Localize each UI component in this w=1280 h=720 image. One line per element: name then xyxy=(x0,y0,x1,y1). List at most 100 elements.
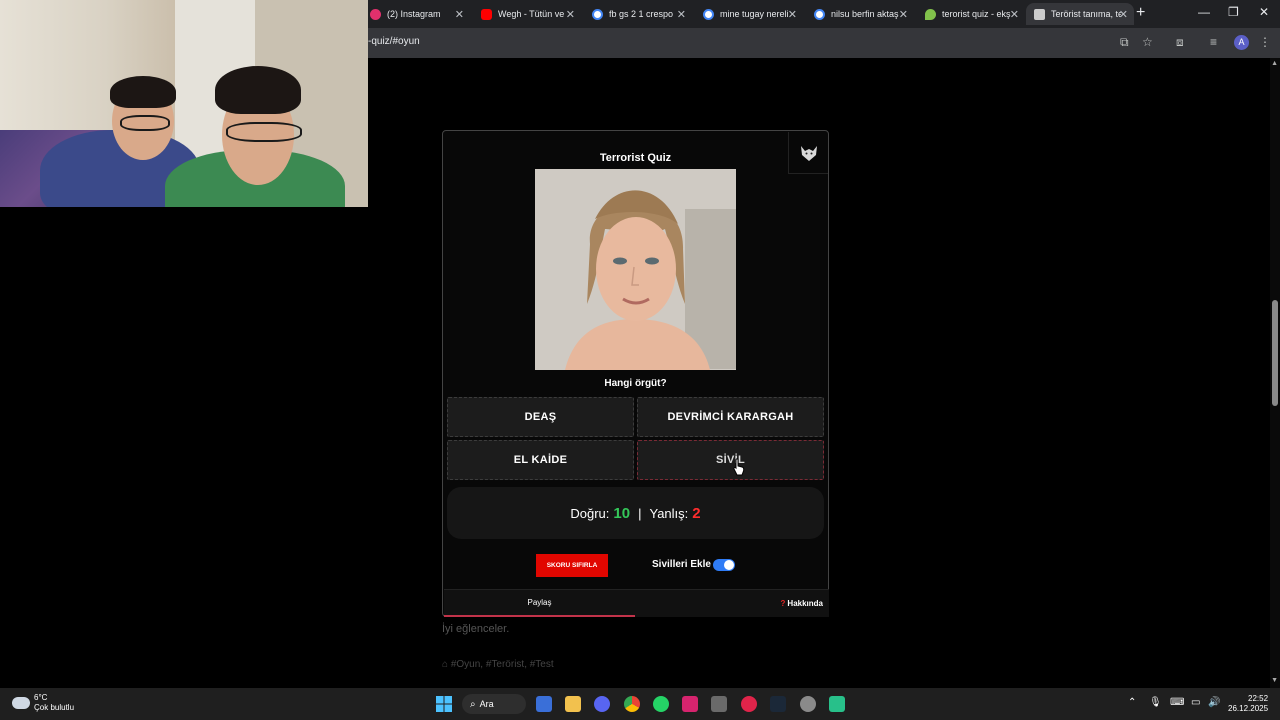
close-icon[interactable]: ✕ xyxy=(566,8,575,21)
question-icon: ? xyxy=(780,599,786,608)
weather-temp: 6°C xyxy=(34,693,48,702)
app-icon-screenshot[interactable] xyxy=(711,696,727,712)
google-icon xyxy=(592,8,603,20)
windows-start-icon[interactable] xyxy=(436,696,452,712)
reset-score-button[interactable]: SKORU SIFIRLA xyxy=(536,554,608,577)
settings-gear-icon[interactable] xyxy=(800,696,816,712)
webcam-person-right-hair xyxy=(215,66,301,114)
weather-widget[interactable]: 6°C Çok bulutlu xyxy=(12,693,74,713)
quiz-card: Terrorist Quiz Hangi örgüt? DEAŞ DEVRİMC… xyxy=(442,130,829,617)
scroll-up-arrow-icon[interactable]: ▲ xyxy=(1271,60,1278,67)
share-tab[interactable]: Paylaş xyxy=(444,590,635,617)
toggle-knob xyxy=(724,560,734,570)
taskbar-search[interactable]: ⌕ Ara xyxy=(462,694,526,714)
extensions-icon[interactable]: ⧈ xyxy=(1176,35,1184,50)
tab-label: Wegh - Tütün ve xyxy=(498,9,565,19)
steam-icon[interactable] xyxy=(770,696,786,712)
add-civilians-label: Sivilleri Ekle xyxy=(652,559,711,570)
webcam-overlay xyxy=(0,0,368,207)
tab-label: (2) Instagram xyxy=(387,9,441,19)
tab-label: fb gs 2 1 crespo xyxy=(609,9,674,19)
score-separator: | xyxy=(638,505,642,521)
score-panel: Doğru: 10 | Yanlış: 2 xyxy=(447,487,824,539)
close-icon[interactable]: ✕ xyxy=(455,8,464,21)
scroll-down-arrow-icon[interactable]: ▼ xyxy=(1271,677,1278,684)
screen: (2) Instagram ✕ Wegh - Tütün ve ✕ fb gs … xyxy=(0,0,1280,720)
tab-youtube[interactable]: Wegh - Tütün ve ✕ xyxy=(473,3,581,25)
tab-label: terorist quiz - ekş xyxy=(942,9,1011,19)
hand-cursor-icon xyxy=(733,458,745,476)
correct-label: Doğru: xyxy=(570,505,610,521)
scrollbar-thumb[interactable] xyxy=(1272,300,1278,406)
youtube-icon xyxy=(481,8,492,20)
search-label: Ara xyxy=(479,699,494,709)
app-icon-green[interactable] xyxy=(829,696,845,712)
tags-text[interactable]: #Oyun, #Terörist, #Test xyxy=(451,659,554,670)
close-icon[interactable]: ✕ xyxy=(788,8,797,21)
weather-desc: Çok bulutlu xyxy=(34,703,75,712)
minimize-icon[interactable]: — xyxy=(1198,5,1210,19)
whatsapp-icon[interactable] xyxy=(653,696,669,712)
tab-eksi[interactable]: terorist quiz - ekş ✕ xyxy=(917,3,1025,25)
new-tab-button[interactable]: + xyxy=(1136,4,1145,22)
tray-chevron-up-icon[interactable]: ⌃ xyxy=(1128,697,1136,708)
wikipedia-icon xyxy=(1034,8,1045,20)
search-icon: ⌕ xyxy=(470,698,476,710)
media-control-icon[interactable]: ≡ xyxy=(1210,35,1217,49)
microphone-icon[interactable]: 🎙 xyxy=(1149,697,1162,708)
close-window-icon[interactable]: ✕ xyxy=(1259,5,1269,19)
restore-icon[interactable]: ❐ xyxy=(1228,5,1239,19)
option-button-devrimci-karargah[interactable]: DEVRİMCİ KARARGAH xyxy=(637,397,824,437)
google-icon xyxy=(703,8,714,20)
webcam-person-left-hair xyxy=(110,76,176,108)
network-icon[interactable]: ▭ xyxy=(1191,697,1200,708)
tab-google-search-1[interactable]: fb gs 2 1 crespo ✕ xyxy=(584,3,692,25)
page-footer-text: İyi eğlenceler. xyxy=(442,623,510,635)
card-footer: Paylaş ? Hakkında xyxy=(444,589,829,617)
bookmark-star-icon[interactable]: ☆ xyxy=(1142,35,1153,49)
option-button-el-kaide[interactable]: EL KAİDE xyxy=(447,440,634,480)
webcam-person-right-glasses xyxy=(226,122,302,142)
close-icon[interactable]: ✕ xyxy=(677,8,686,21)
close-icon[interactable]: ✕ xyxy=(1119,8,1128,21)
wrong-label: Yanlış: xyxy=(649,505,689,521)
about-link[interactable]: ? Hakkında xyxy=(781,599,823,608)
cloud-icon xyxy=(12,697,30,709)
tab-instagram[interactable]: (2) Instagram ✕ xyxy=(362,3,470,25)
tab-label: Terörist tanıma, te xyxy=(1051,9,1121,19)
windows-taskbar: 6°C Çok bulutlu ⌕ Ara ⌃ 🎙 ⌨ ▭ 🔊 22:52 26.… xyxy=(0,688,1280,720)
tab-label: mine tugay nereli xyxy=(720,9,789,19)
opera-gx-icon[interactable] xyxy=(741,696,757,712)
install-app-icon[interactable]: ⧉ xyxy=(1120,35,1129,50)
keyboard-icon[interactable]: ⌨ xyxy=(1170,697,1184,708)
close-icon[interactable]: ✕ xyxy=(899,8,908,21)
instagram-icon xyxy=(370,8,381,20)
option-button-sivil[interactable]: SİVİL xyxy=(637,440,824,480)
suspect-photo xyxy=(535,169,736,370)
app-icon-1[interactable] xyxy=(536,696,552,712)
eksi-drop-icon xyxy=(925,8,936,20)
tab-google-search-3[interactable]: nilsu berfin aktaş ✕ xyxy=(806,3,914,25)
profile-avatar[interactable]: A xyxy=(1234,35,1249,50)
tab-active-quiz[interactable]: Terörist tanıma, te ✕ xyxy=(1026,3,1134,25)
system-clock[interactable]: 22:52 26.12.2025 xyxy=(1228,694,1268,714)
option-button-deas[interactable]: DEAŞ xyxy=(447,397,634,437)
quiz-title: Terrorist Quiz xyxy=(599,152,672,164)
url-text[interactable]: -quiz/#oyun xyxy=(368,36,420,47)
wolf-logo-icon[interactable] xyxy=(788,132,828,174)
add-civilians-toggle[interactable] xyxy=(713,559,735,571)
correct-count: 10 xyxy=(613,504,631,522)
page-tags: ⌂ #Oyun, #Terörist, #Test xyxy=(442,659,554,670)
chrome-icon[interactable] xyxy=(624,696,640,712)
tab-google-search-2[interactable]: mine tugay nereli ✕ xyxy=(695,3,803,25)
question-text: Hangi örgüt? xyxy=(604,378,667,389)
file-explorer-icon[interactable] xyxy=(565,696,581,712)
close-icon[interactable]: ✕ xyxy=(1010,8,1019,21)
menu-kebab-icon[interactable]: ⋮ xyxy=(1259,35,1271,49)
tag-icon: ⌂ xyxy=(442,659,451,670)
about-label: Hakkında xyxy=(787,599,823,608)
volume-icon[interactable]: 🔊 xyxy=(1208,697,1220,708)
discord-icon[interactable] xyxy=(594,696,610,712)
app-icon-a[interactable] xyxy=(682,696,698,712)
clock-time: 22:52 xyxy=(1248,694,1269,703)
